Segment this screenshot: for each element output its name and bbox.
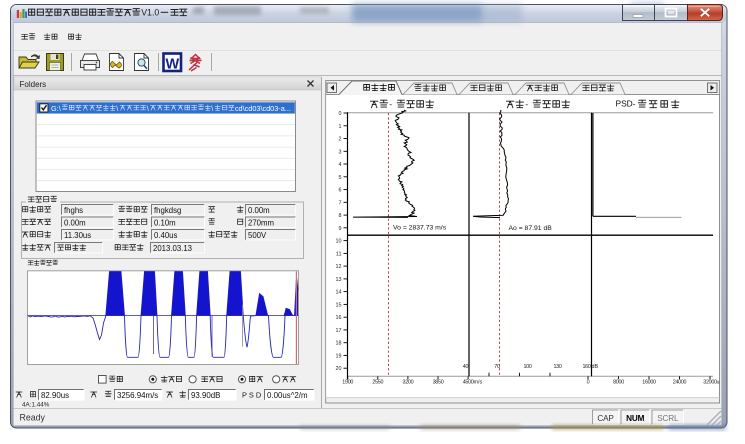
svg-text:0.10m: 0.10m — [154, 218, 176, 227]
svg-text:CAP: CAP — [597, 414, 614, 423]
svg-text:40: 40 — [463, 364, 469, 370]
svg-text:4500: 4500 — [463, 380, 474, 386]
svg-text:fhgkdsg: fhgkdsg — [154, 206, 181, 215]
svg-text:3256.94m/s: 3256.94m/s — [117, 391, 158, 400]
svg-text:m/s: m/s — [474, 380, 483, 386]
svg-text:0.40us: 0.40us — [154, 231, 178, 240]
svg-text:24000: 24000 — [673, 380, 687, 386]
svg-text:18: 18 — [336, 341, 342, 347]
svg-text:13: 13 — [336, 277, 342, 283]
svg-text:Vo = 2837.73 m/s: Vo = 2837.73 m/s — [393, 225, 447, 232]
svg-text:Ao = 87.91 dB: Ao = 87.91 dB — [509, 225, 553, 232]
svg-text:100: 100 — [523, 364, 531, 370]
svg-text:SCRL: SCRL — [657, 414, 679, 423]
svg-text:0.00us^2/m: 0.00us^2/m — [267, 391, 308, 400]
svg-text:11.30us: 11.30us — [64, 231, 91, 240]
svg-text:2550: 2550 — [372, 380, 383, 386]
svg-text:Ready: Ready — [20, 413, 46, 423]
svg-text:160: 160 — [582, 364, 590, 370]
svg-text:16000: 16000 — [642, 380, 656, 386]
svg-text:3200: 3200 — [403, 380, 414, 386]
svg-text:5: 5 — [339, 175, 342, 181]
svg-text:0.00m: 0.00m — [64, 218, 86, 227]
svg-text:93.90dB: 93.90dB — [191, 391, 220, 400]
svg-text:14: 14 — [336, 290, 342, 296]
svg-text:1900: 1900 — [342, 380, 353, 386]
svg-text:19: 19 — [336, 353, 342, 359]
svg-text:PSD-: PSD- — [616, 99, 636, 109]
svg-text:6: 6 — [339, 188, 342, 194]
svg-text:V1.0: V1.0 — [141, 8, 159, 18]
svg-text:3: 3 — [339, 149, 342, 155]
svg-text:17: 17 — [336, 328, 342, 334]
svg-text:1: 1 — [339, 124, 342, 130]
svg-text:130: 130 — [553, 364, 561, 370]
svg-text:10: 10 — [336, 239, 342, 245]
svg-text:cd\cd03\cd03-a...: cd\cd03\cd03-a... — [235, 104, 291, 113]
svg-text:dB: dB — [592, 364, 599, 370]
svg-text:82.90us: 82.90us — [41, 391, 69, 400]
svg-text:4: 4 — [339, 162, 342, 168]
svg-text:12: 12 — [336, 264, 342, 270]
svg-text:-: - — [525, 99, 528, 109]
svg-text:270mm: 270mm — [248, 218, 274, 227]
svg-text:W: W — [165, 57, 179, 73]
svg-text:2: 2 — [339, 137, 342, 143]
svg-text:0: 0 — [587, 380, 590, 386]
svg-text:-: - — [389, 99, 392, 109]
svg-text:0: 0 — [339, 111, 342, 117]
svg-text:7: 7 — [339, 200, 342, 206]
svg-text:20: 20 — [336, 366, 342, 372]
svg-text:8000: 8000 — [613, 380, 624, 386]
svg-text:Folders: Folders — [20, 80, 47, 89]
svg-text:8: 8 — [339, 213, 342, 219]
svg-text:2013.03.13: 2013.03.13 — [153, 244, 192, 253]
svg-text:500V: 500V — [248, 231, 267, 240]
svg-text:15: 15 — [336, 302, 342, 308]
svg-text:16: 16 — [336, 315, 342, 321]
svg-text:4A:1.44%: 4A:1.44% — [22, 402, 50, 409]
svg-text:9: 9 — [339, 226, 342, 232]
svg-text:3850: 3850 — [433, 380, 444, 386]
svg-text:G:\: G:\ — [51, 104, 62, 113]
svg-text:32000: 32000 — [703, 380, 717, 386]
svg-text:11: 11 — [336, 251, 342, 257]
svg-text:NUM: NUM — [626, 414, 644, 423]
svg-text:P S D: P S D — [242, 391, 261, 400]
svg-text:0.00m: 0.00m — [248, 206, 270, 215]
svg-text:u: u — [717, 380, 720, 386]
svg-text:fhghs: fhghs — [64, 206, 83, 215]
